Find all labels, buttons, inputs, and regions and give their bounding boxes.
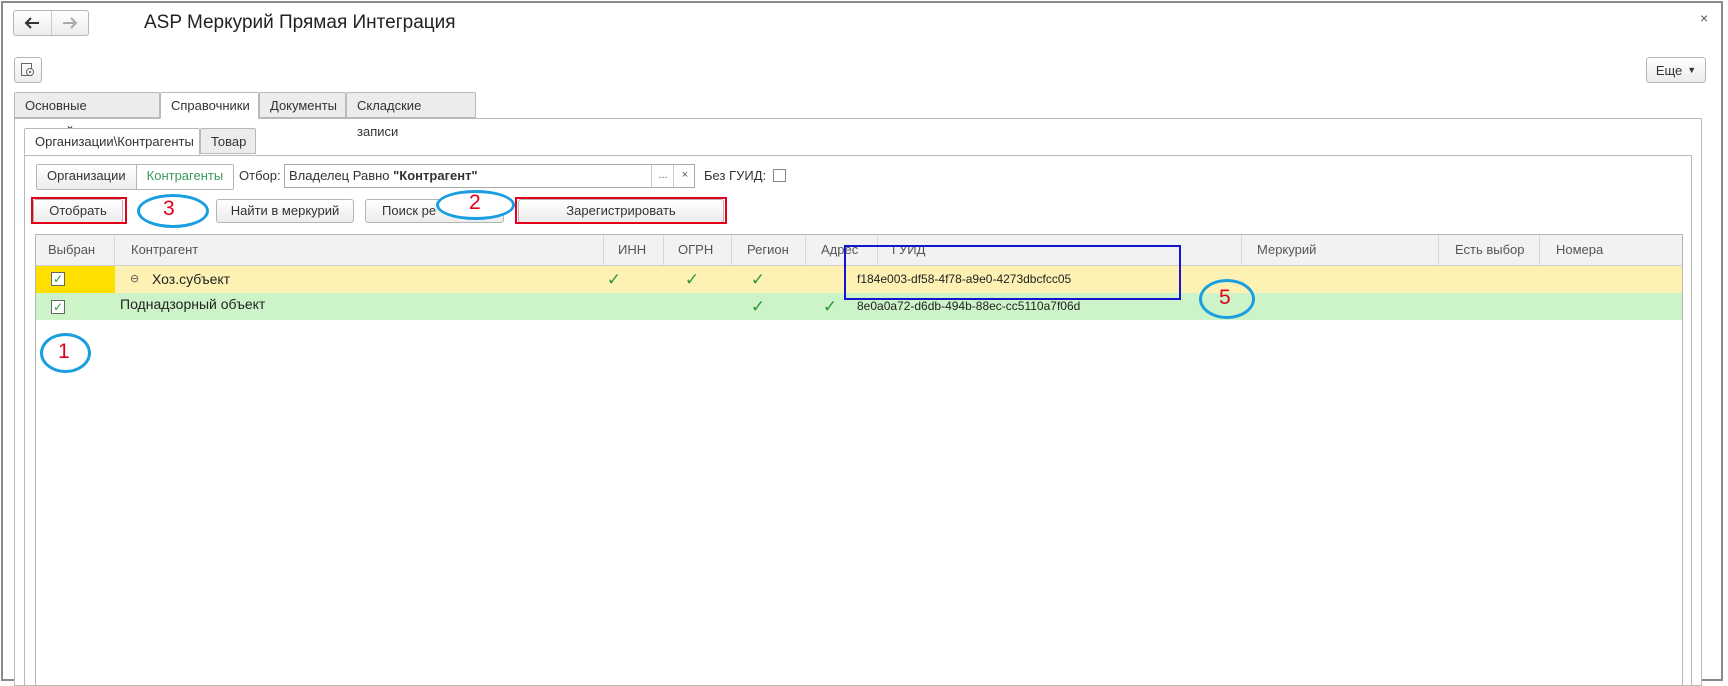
filter-value-bold: "Контрагент": [393, 168, 478, 183]
col-inn[interactable]: ИНН: [604, 235, 664, 265]
row-checkbox[interactable]: ✓: [51, 272, 65, 286]
col-mercury[interactable]: Меркурий: [1242, 235, 1439, 265]
entity-switch: Организации Контрагенты: [36, 164, 235, 190]
settings-icon: [21, 63, 34, 76]
row-contractor-name: Хоз.субъект: [152, 271, 231, 287]
row-checkbox[interactable]: ✓: [51, 300, 65, 314]
filter-label: Отбор:: [239, 168, 281, 183]
row-contractor-name: Поднадзорный объект: [120, 296, 266, 312]
col-contractor[interactable]: Контрагент: [115, 235, 604, 265]
inn-check-icon: ✓: [606, 270, 622, 289]
highlight-register: [515, 197, 727, 224]
no-guid-checkbox[interactable]: [773, 169, 786, 182]
region-check-icon: ✓: [750, 270, 766, 289]
tab-directories[interactable]: Справочники: [160, 92, 259, 119]
ogrn-check-icon: ✓: [684, 270, 700, 289]
close-icon[interactable]: ×: [1700, 10, 1708, 26]
more-button[interactable]: Еще ▼: [1646, 57, 1706, 83]
chevron-down-icon: ▼: [1687, 65, 1697, 75]
row-select-cell: [36, 266, 115, 293]
filter-clear-button[interactable]: ×: [673, 165, 696, 187]
tab-warehouse-records[interactable]: Складские записи: [346, 92, 476, 139]
tab-documents[interactable]: Документы: [259, 92, 346, 118]
back-arrow-icon[interactable]: [14, 11, 51, 35]
col-region[interactable]: Регион: [732, 235, 806, 265]
collapse-icon[interactable]: ⊖: [130, 266, 139, 293]
annotation-1: 1: [58, 340, 70, 363]
filter-select-button[interactable]: ...: [651, 165, 674, 187]
region-check-icon: ✓: [750, 297, 766, 316]
window-title: ASP Меркурий Прямая Интеграция: [144, 12, 456, 33]
tab-goods[interactable]: Товар: [200, 128, 256, 154]
filter-input[interactable]: Владелец Равно "Контрагент" ... ×: [284, 164, 695, 188]
contractors-table: Выбран Контрагент ИНН ОГРН Регион Адрес …: [35, 234, 1683, 686]
highlight-guid: [844, 245, 1181, 300]
annotation-3: 3: [163, 197, 175, 220]
col-ogrn[interactable]: ОГРН: [664, 235, 732, 265]
annotation-5: 5: [1219, 286, 1231, 309]
annotation-2: 2: [469, 191, 481, 214]
tab-main-settings[interactable]: Основные настройки: [14, 92, 160, 139]
filter-value-prefix: Владелец Равно: [289, 168, 394, 183]
more-label: Еще: [1655, 62, 1683, 78]
highlight-select: [31, 197, 127, 224]
settings-button[interactable]: [14, 57, 42, 83]
col-numbers[interactable]: Номера: [1540, 235, 1682, 265]
nav-buttons: [13, 10, 89, 36]
no-guid-label: Без ГУИД:: [704, 168, 767, 183]
switch-organizations[interactable]: Организации: [37, 165, 136, 189]
col-has-choice[interactable]: Есть выбор: [1439, 235, 1540, 265]
forward-arrow-icon[interactable]: [50, 11, 89, 35]
find-in-mercury-button[interactable]: Найти в меркурий: [216, 199, 354, 223]
tab-orgs-contractors[interactable]: Организации\Контрагенты: [24, 128, 200, 155]
col-selected[interactable]: Выбран: [36, 235, 115, 265]
switch-contractors[interactable]: Контрагенты: [135, 165, 234, 189]
